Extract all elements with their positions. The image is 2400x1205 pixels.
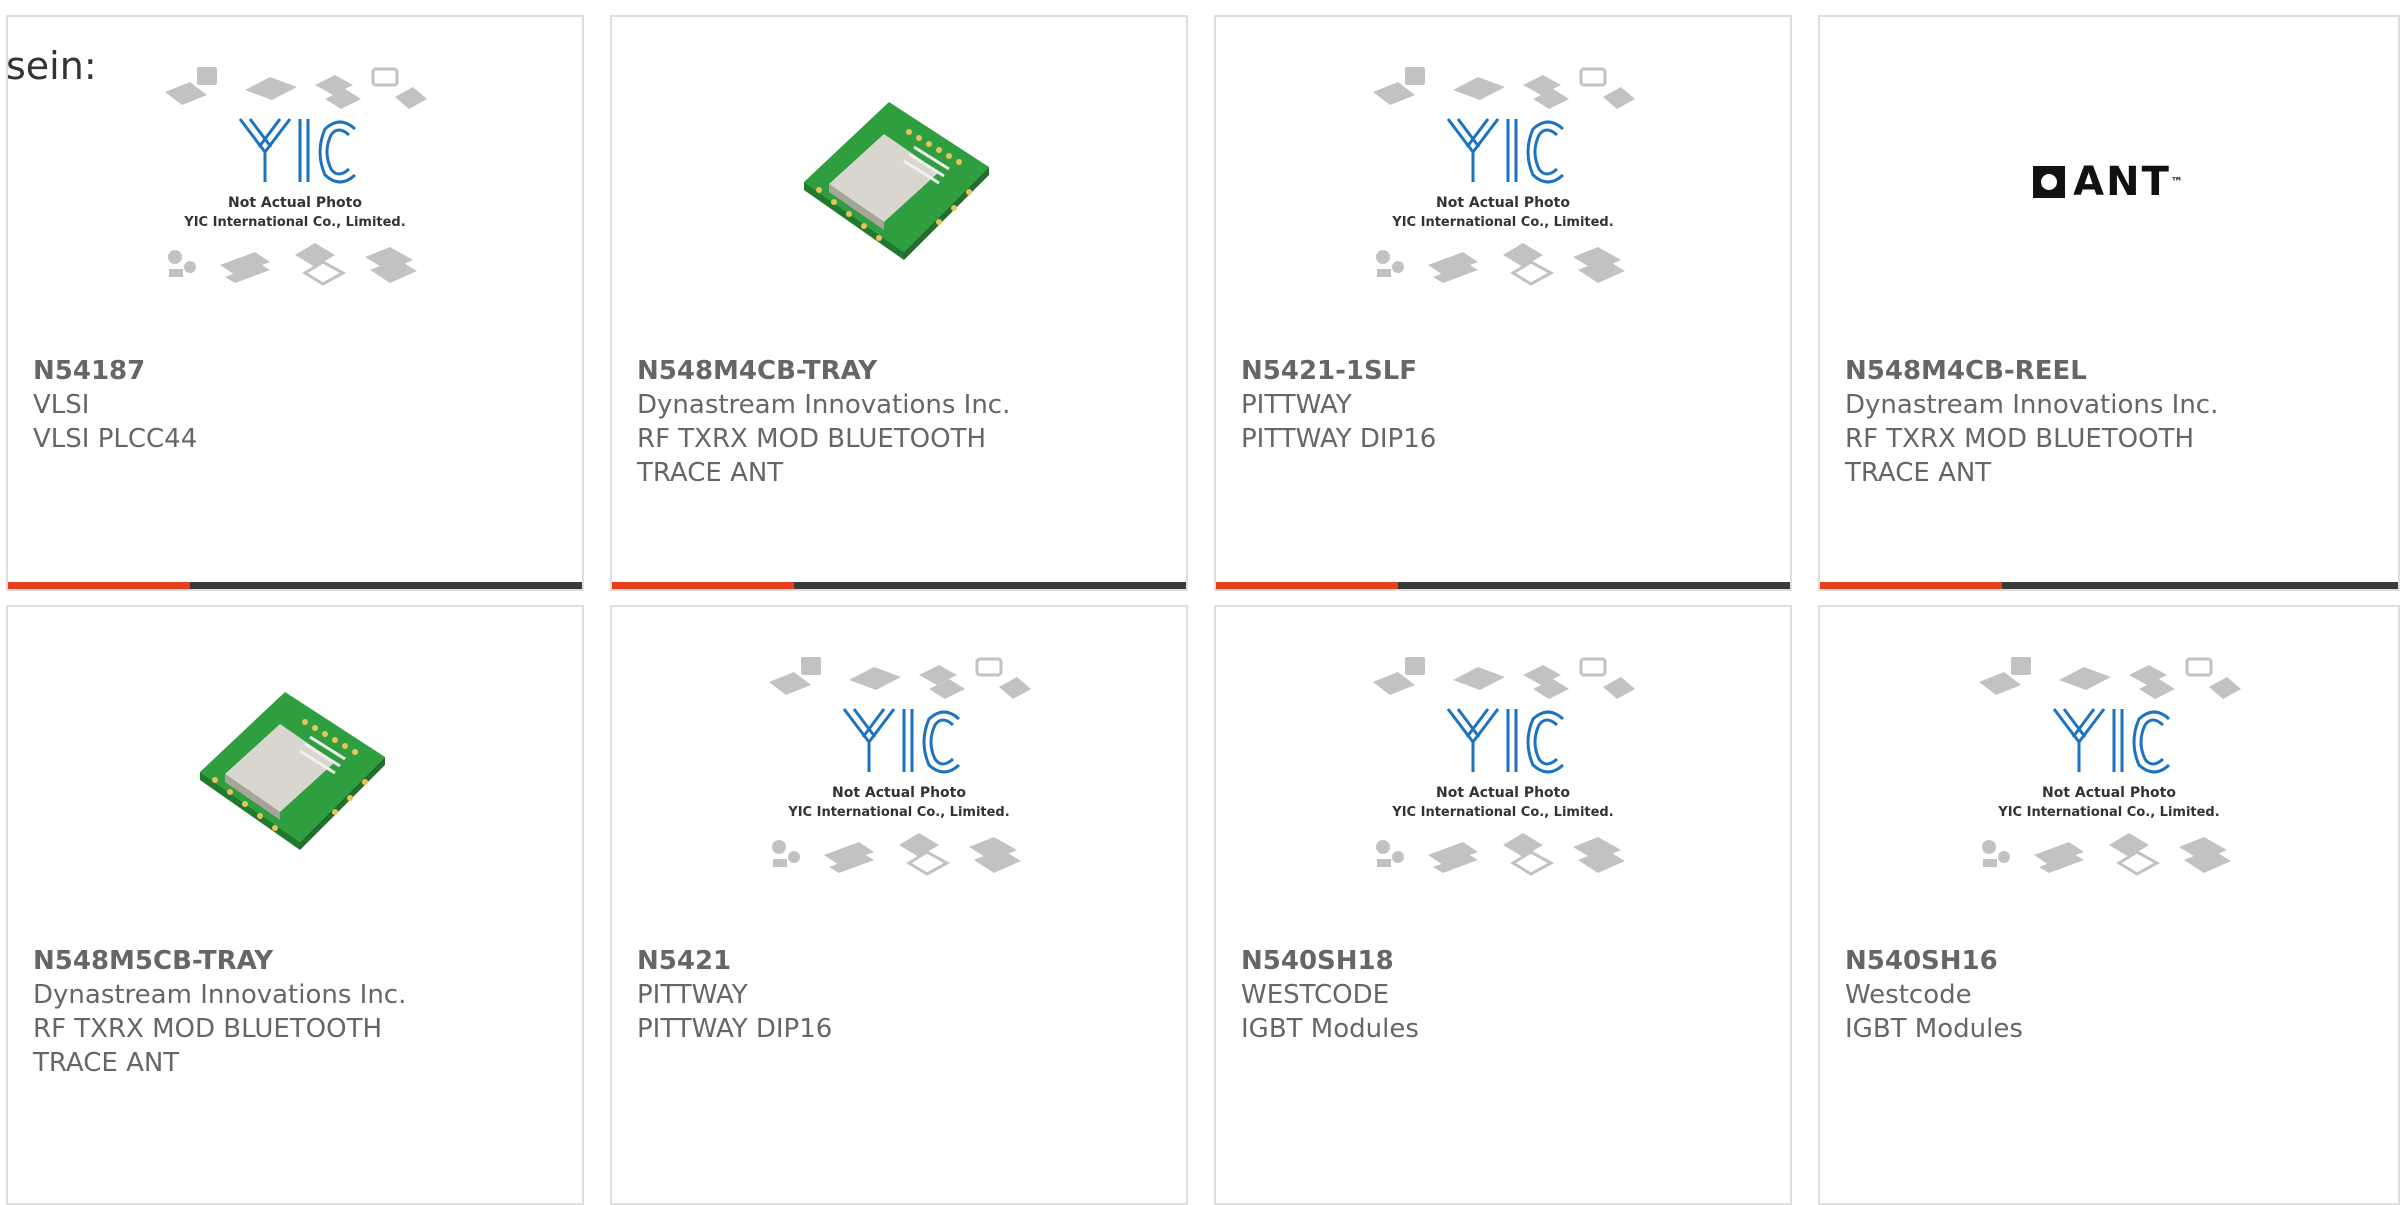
description: IGBT Modules: [1845, 1014, 2023, 1044]
product-grid: Not Actual Photo YIC International Co., …: [6, 15, 2400, 1205]
manufacturer: VLSI: [33, 390, 90, 420]
part-number-link[interactable]: N548M4CB-TRAY: [637, 354, 1166, 388]
placeholder-line2: YIC International Co., Limited.: [1391, 215, 1613, 230]
card-accent: [1820, 582, 2002, 589]
product-image[interactable]: Not Actual Photo YIC International Co., …: [1216, 17, 1790, 347]
description: VLSI PLCC44: [33, 424, 198, 454]
product-card[interactable]: N548M5CB-TRAY Dynastream Innovations Inc…: [6, 605, 584, 1205]
product-card[interactable]: Not Actual Photo YIC International Co., …: [1214, 15, 1792, 591]
description: PITTWAY DIP16: [1241, 424, 1437, 454]
part-number-link[interactable]: N54187: [33, 354, 562, 388]
product-image[interactable]: [8, 607, 582, 937]
part-number-link[interactable]: N5421-1SLF: [1241, 354, 1770, 388]
product-image[interactable]: Not Actual Photo YIC International Co., …: [1216, 607, 1790, 937]
description: RF TXRX MOD BLUETOOTH TRACE ANT: [1845, 424, 2195, 488]
description: RF TXRX MOD BLUETOOTH TRACE ANT: [637, 424, 987, 488]
product-image[interactable]: [612, 17, 1186, 347]
placeholder-line2: YIC International Co., Limited.: [183, 215, 405, 230]
product-image[interactable]: Not Actual Photo YIC International Co., …: [1820, 607, 2398, 937]
placeholder-line2: YIC International Co., Limited.: [787, 805, 1009, 820]
placeholder-line1: Not Actual Photo: [2042, 785, 2176, 801]
part-number-link[interactable]: N540SH16: [1845, 944, 2378, 978]
rf-module-icon: [200, 692, 385, 850]
card-divider-bar: [8, 582, 582, 589]
description: RF TXRX MOD BLUETOOTH TRACE ANT: [33, 1014, 383, 1078]
card-divider-bar: [612, 582, 1186, 589]
card-accent: [8, 582, 190, 589]
product-image[interactable]: Not Actual Photo YIC International Co., …: [612, 607, 1186, 937]
placeholder-line1: Not Actual Photo: [1436, 195, 1570, 211]
ant-logo: ANT ™: [2033, 159, 2185, 205]
manufacturer: Dynastream Innovations Inc.: [33, 980, 407, 1010]
manufacturer: Westcode: [1845, 980, 1972, 1010]
ant-logo-mark: [2033, 166, 2066, 198]
placeholder-image-icon: Not Actual Photo YIC International Co., …: [1373, 67, 1635, 286]
placeholder-image-icon: Not Actual Photo YIC International Co., …: [165, 67, 427, 286]
description: IGBT Modules: [1241, 1014, 1419, 1044]
placeholder-line1: Not Actual Photo: [1436, 785, 1570, 801]
product-card[interactable]: Not Actual Photo YIC International Co., …: [610, 605, 1188, 1205]
placeholder-line1: Not Actual Photo: [832, 785, 966, 801]
product-image[interactable]: ANT ™: [1820, 17, 2398, 347]
section-heading: sein:: [6, 44, 97, 88]
manufacturer: PITTWAY: [1241, 390, 1352, 420]
product-card[interactable]: Not Actual Photo YIC International Co., …: [6, 15, 584, 591]
part-number-link[interactable]: N5421: [637, 944, 1166, 978]
part-number-link[interactable]: N548M5CB-TRAY: [33, 944, 562, 978]
part-number-link[interactable]: N548M4CB-REEL: [1845, 354, 2378, 388]
product-card[interactable]: Not Actual Photo YIC International Co., …: [1818, 605, 2400, 1205]
part-number-link[interactable]: N540SH18: [1241, 944, 1770, 978]
card-accent: [612, 582, 794, 589]
manufacturer: WESTCODE: [1241, 980, 1390, 1010]
placeholder-line2: YIC International Co., Limited.: [1997, 805, 2219, 820]
placeholder-line2: YIC International Co., Limited.: [1391, 805, 1613, 820]
description: PITTWAY DIP16: [637, 1014, 833, 1044]
product-card[interactable]: ANT ™ N548M4CB-REEL Dynastream Innovatio…: [1818, 15, 2400, 591]
ant-logo-text: ANT: [2073, 159, 2171, 205]
card-accent: [1216, 582, 1398, 589]
placeholder-line1: Not Actual Photo: [228, 195, 362, 211]
product-card[interactable]: Not Actual Photo YIC International Co., …: [1214, 605, 1792, 1205]
placeholder-image-icon: Not Actual Photo YIC International Co., …: [1373, 657, 1635, 876]
placeholder-image-icon: Not Actual Photo YIC International Co., …: [1979, 657, 2241, 876]
rf-module-icon: [804, 102, 989, 260]
card-divider-bar: [1820, 582, 2398, 589]
placeholder-image-icon: Not Actual Photo YIC International Co., …: [769, 657, 1031, 876]
product-card[interactable]: N548M4CB-TRAY Dynastream Innovations Inc…: [610, 15, 1188, 591]
manufacturer: PITTWAY: [637, 980, 748, 1010]
manufacturer: Dynastream Innovations Inc.: [1845, 390, 2219, 420]
ant-logo-tm: ™: [2170, 175, 2185, 189]
manufacturer: Dynastream Innovations Inc.: [637, 390, 1011, 420]
card-divider-bar: [1216, 582, 1790, 589]
